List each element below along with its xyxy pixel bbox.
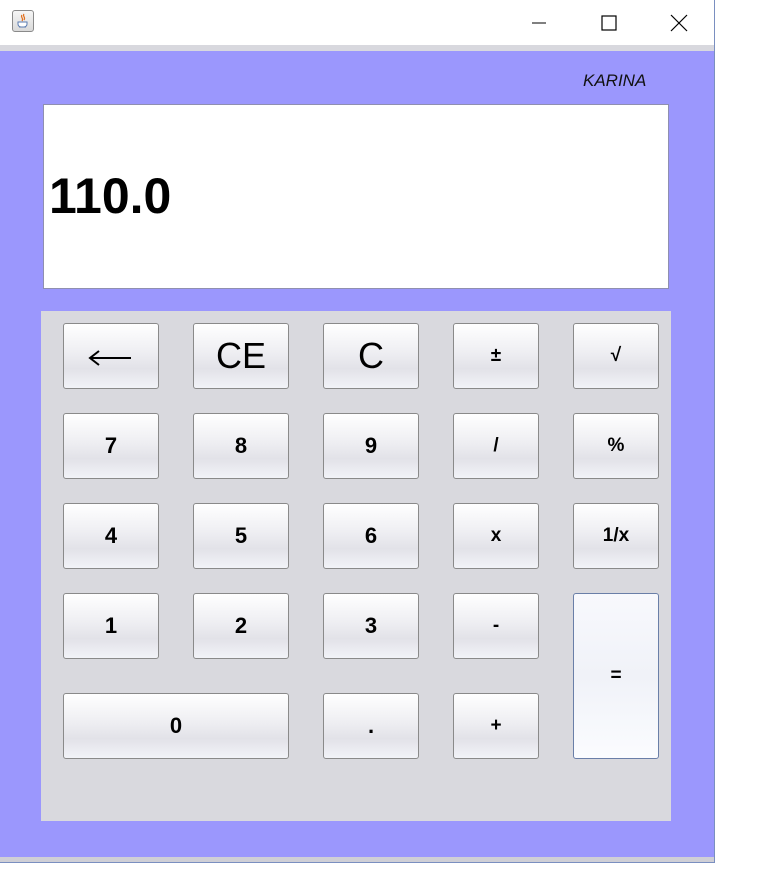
reciprocal-button[interactable]: 1/x xyxy=(573,503,659,569)
digit-8-button[interactable]: 8 xyxy=(193,413,289,479)
minimize-icon xyxy=(532,22,546,23)
backspace-button[interactable] xyxy=(63,323,159,389)
clear-entry-button[interactable]: CE xyxy=(193,323,289,389)
maximize-button[interactable] xyxy=(574,0,644,45)
keypad: CE C ± √ 7 8 9 / % 4 5 6 x 1/x 1 2 3 - =… xyxy=(41,311,671,821)
java-cup-icon[interactable] xyxy=(12,10,34,32)
digit-2-button[interactable]: 2 xyxy=(193,593,289,659)
equals-button[interactable]: = xyxy=(573,593,659,759)
minus-button[interactable]: - xyxy=(453,593,539,659)
clear-button[interactable]: C xyxy=(323,323,419,389)
maximize-icon xyxy=(601,14,617,31)
multiply-button[interactable]: x xyxy=(453,503,539,569)
calculator-window: KARINA 110.0 CE C ± √ 7 8 9 / % 4 5 6 x … xyxy=(0,0,715,863)
minimize-button[interactable] xyxy=(504,0,574,45)
digit-5-button[interactable]: 5 xyxy=(193,503,289,569)
bottom-border xyxy=(0,857,714,862)
plus-button[interactable]: + xyxy=(453,693,539,759)
digit-9-button[interactable]: 9 xyxy=(323,413,419,479)
calculator-panel: KARINA 110.0 CE C ± √ 7 8 9 / % 4 5 6 x … xyxy=(0,51,714,857)
digit-7-button[interactable]: 7 xyxy=(63,413,159,479)
percent-button[interactable]: % xyxy=(573,413,659,479)
left-arrow-icon xyxy=(88,350,131,366)
digit-3-button[interactable]: 3 xyxy=(323,593,419,659)
square-root-button[interactable]: √ xyxy=(573,323,659,389)
author-label: KARINA xyxy=(583,71,647,90)
close-icon xyxy=(670,14,688,31)
digit-0-button[interactable]: 0 xyxy=(63,693,289,759)
decimal-button[interactable]: . xyxy=(323,693,419,759)
digit-1-button[interactable]: 1 xyxy=(63,593,159,659)
close-button[interactable] xyxy=(644,0,714,45)
plus-minus-button[interactable]: ± xyxy=(453,323,539,389)
result-display: 110.0 xyxy=(43,104,669,289)
digit-4-button[interactable]: 4 xyxy=(63,503,159,569)
display-value: 110.0 xyxy=(49,168,172,224)
divide-button[interactable]: / xyxy=(453,413,539,479)
title-bar[interactable] xyxy=(0,0,714,45)
digit-6-button[interactable]: 6 xyxy=(323,503,419,569)
